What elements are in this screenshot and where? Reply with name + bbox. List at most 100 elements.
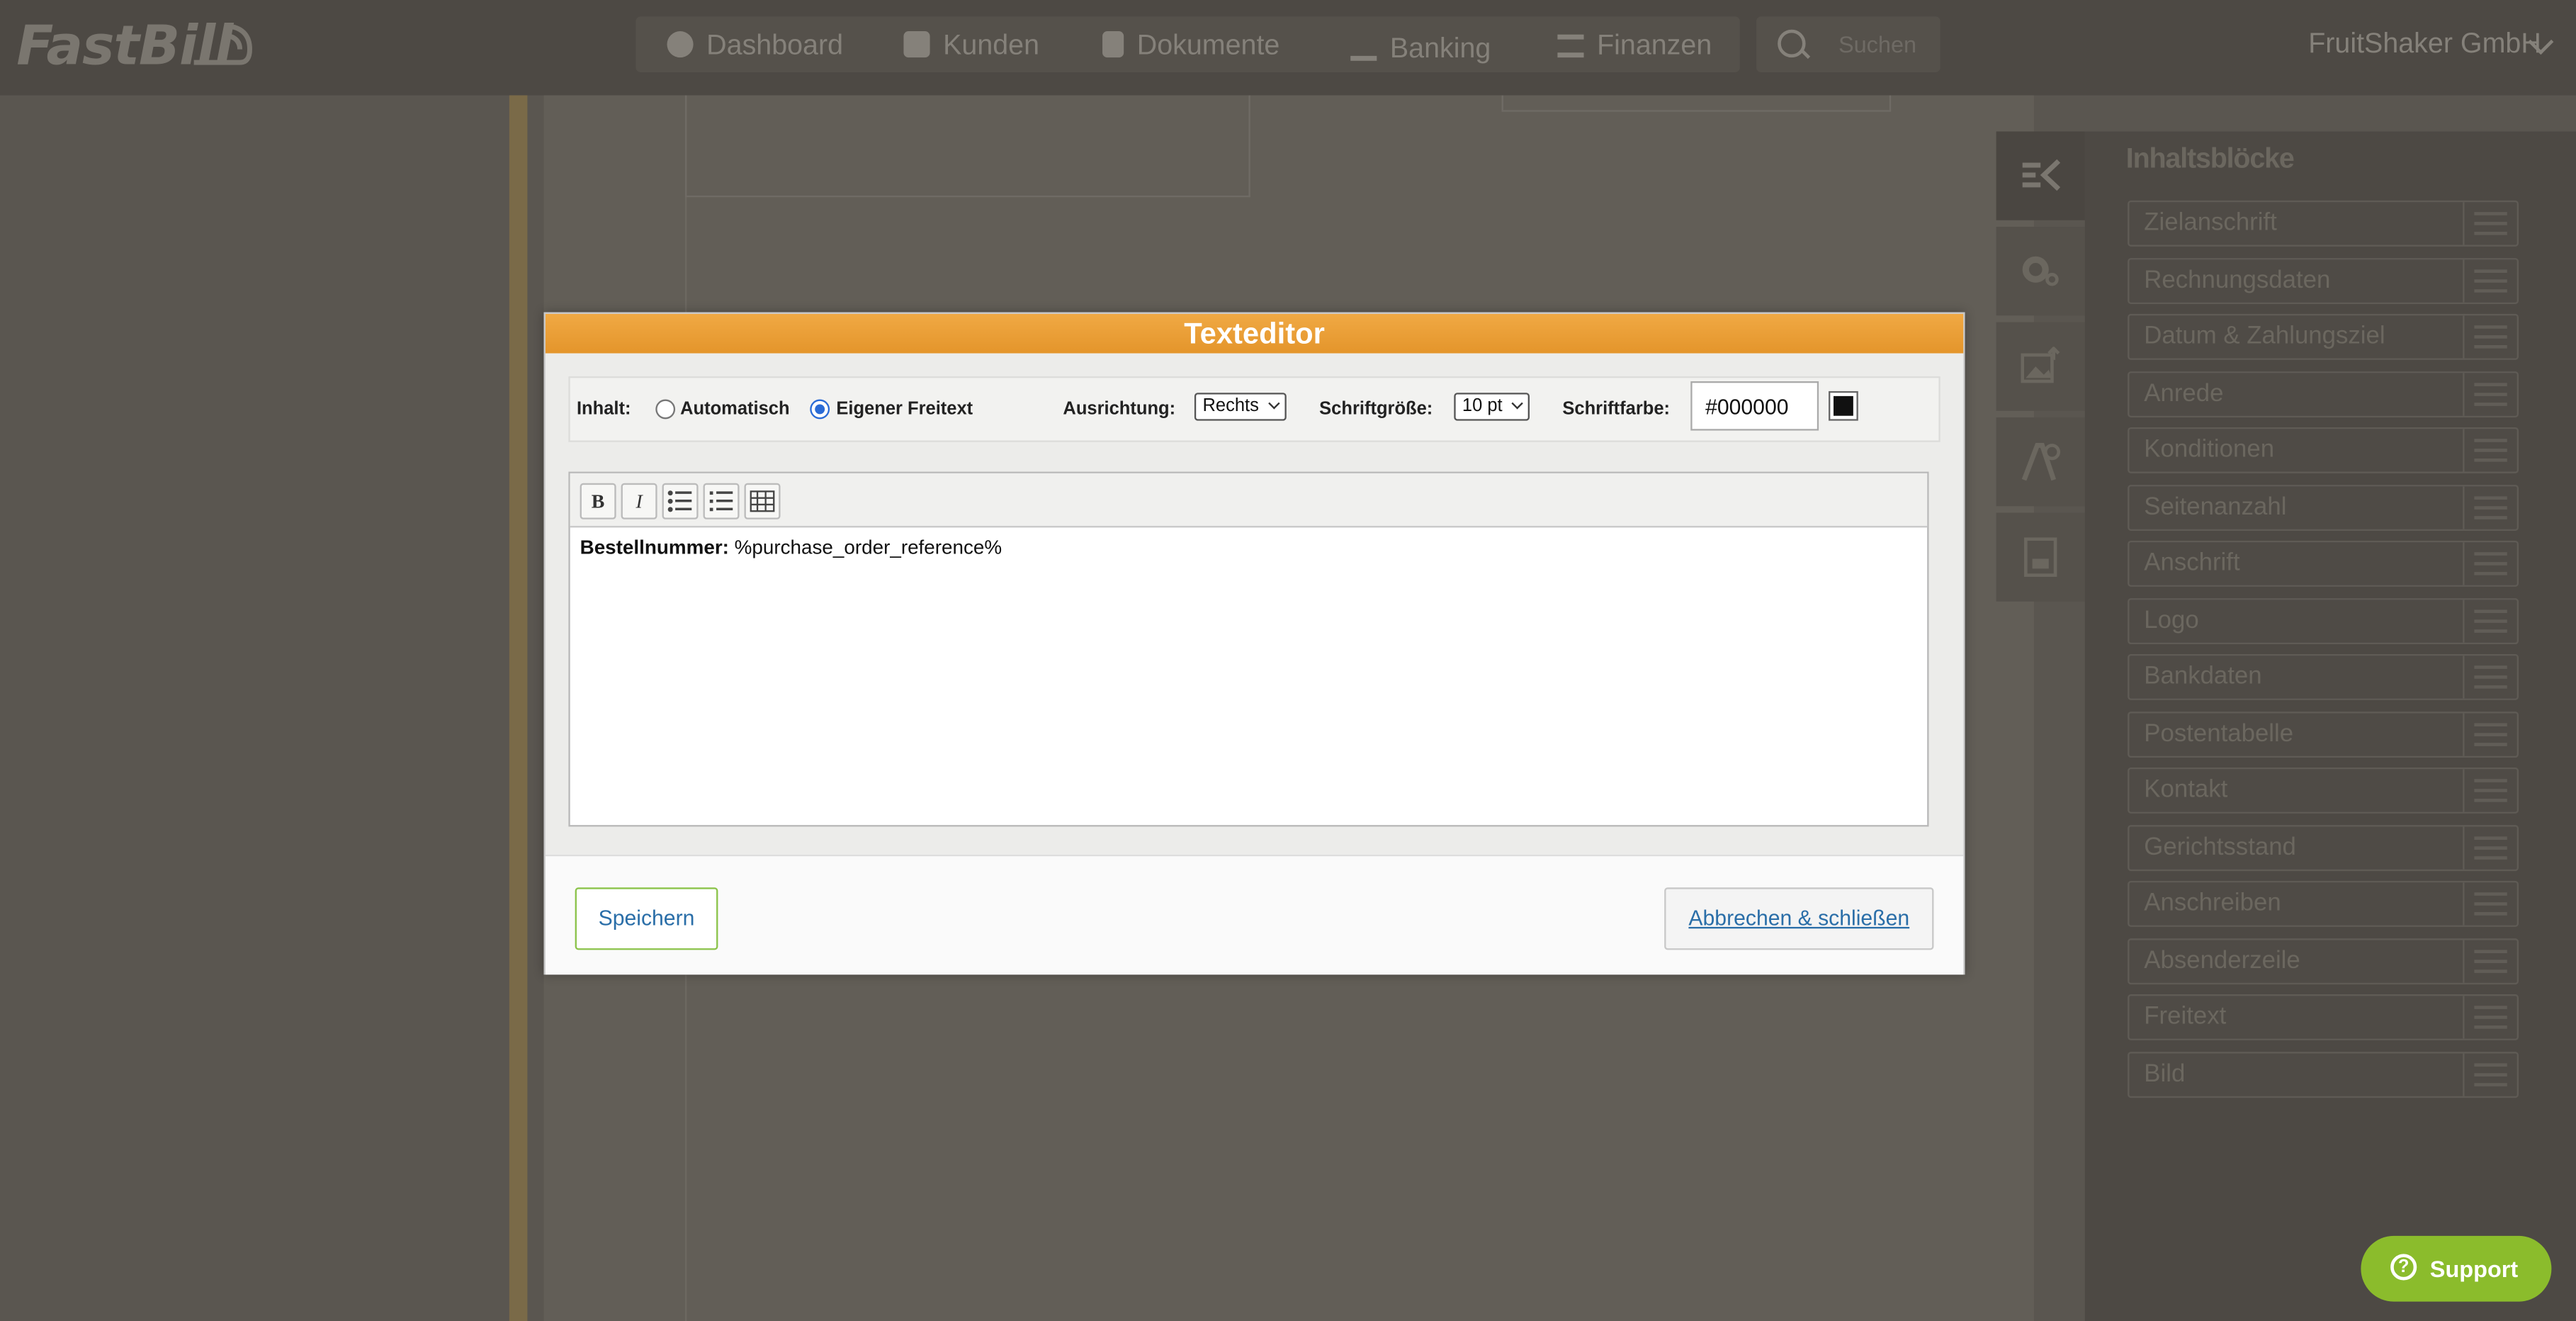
briefcase-icon xyxy=(903,31,930,58)
content-block-item[interactable]: Absenderzeile xyxy=(2128,937,2519,984)
search-placeholder: Suchen xyxy=(1838,31,1917,58)
bullet-list-button[interactable] xyxy=(662,483,699,519)
content-block-label: Bild xyxy=(2144,1059,2186,1088)
save-button[interactable]: Speichern xyxy=(575,887,718,950)
content-block-item[interactable]: Kontakt xyxy=(2128,767,2519,814)
content-block-item[interactable]: Postentabelle xyxy=(2128,710,2519,757)
content-block-item[interactable]: Anschrift xyxy=(2128,540,2519,587)
fontcolor-input[interactable]: #000000 xyxy=(1690,381,1819,431)
alignment-label: Ausrichtung: xyxy=(1063,399,1176,420)
drag-handle-icon[interactable] xyxy=(2463,939,2517,982)
drag-handle-icon[interactable] xyxy=(2463,202,2517,245)
drag-handle-icon[interactable] xyxy=(2463,1052,2517,1096)
tab-pdf[interactable] xyxy=(1996,512,2085,602)
table-icon xyxy=(750,490,775,512)
support-button[interactable]: ? Support xyxy=(2361,1235,2552,1302)
content-block-item[interactable]: Gerichtsstand xyxy=(2128,823,2519,870)
content-block-item[interactable]: Datum & Zahlungsziel xyxy=(2128,313,2519,360)
drag-handle-icon[interactable] xyxy=(2463,372,2517,415)
content-block-label: Datum & Zahlungsziel xyxy=(2144,322,2385,350)
nav-finanzen[interactable]: Finanzen xyxy=(1557,30,1712,62)
radio-automatic[interactable] xyxy=(655,399,676,420)
chevron-down-icon xyxy=(1511,398,1523,410)
options-bar: Inhalt: Automatisch Eigener Freitext Aus… xyxy=(568,376,1941,442)
info-icon xyxy=(667,31,694,58)
content-label: Inhalt: xyxy=(576,399,631,420)
content-block-label: Absenderzeile xyxy=(2144,945,2300,974)
company-selector[interactable]: FruitShaker GmbH xyxy=(2308,28,2541,60)
content-block-item[interactable]: Zielanschrift xyxy=(2128,200,2519,247)
nav-label: Finanzen xyxy=(1597,29,1712,61)
content-block-item[interactable]: Rechnungsdaten xyxy=(2128,257,2519,303)
radio-automatic-label[interactable]: Automatisch xyxy=(680,400,790,420)
content-block-item[interactable]: Anrede xyxy=(2128,370,2519,417)
drag-handle-icon[interactable] xyxy=(2463,882,2517,926)
nav-dashboard[interactable]: Dashboard xyxy=(667,30,843,62)
content-block-label: Anrede xyxy=(2144,378,2224,407)
drag-handle-icon[interactable] xyxy=(2463,315,2517,359)
tab-fonts[interactable] xyxy=(1996,417,2085,507)
page-edge xyxy=(509,95,528,1321)
logo-mark-icon xyxy=(193,23,252,65)
cancel-close-button[interactable]: Abbrechen & schließen xyxy=(1664,887,1934,950)
drag-handle-icon[interactable] xyxy=(2463,542,2517,585)
drag-handle-icon[interactable] xyxy=(2463,599,2517,642)
content-block-label: Anschrift xyxy=(2144,549,2240,577)
app-stage: FastBill Dashboard Kunden Dokumente Bank… xyxy=(0,0,2576,1321)
alignment-select[interactable]: Rechts xyxy=(1194,393,1287,421)
drag-handle-icon[interactable] xyxy=(2463,429,2517,472)
italic-button[interactable]: I xyxy=(621,483,657,519)
drag-handle-icon[interactable] xyxy=(2463,712,2517,755)
content-block-item[interactable]: Freitext xyxy=(2128,994,2519,1040)
content-block-item[interactable]: Bild xyxy=(2128,1051,2519,1097)
drag-handle-icon[interactable] xyxy=(2463,826,2517,869)
drag-handle-icon[interactable] xyxy=(2463,485,2517,529)
content-block-label: Zielanschrift xyxy=(2144,208,2277,237)
tab-settings[interactable] xyxy=(1996,227,2085,316)
content-block-label: Kontakt xyxy=(2144,775,2228,804)
drag-handle-icon[interactable] xyxy=(2463,996,2517,1039)
fontcolor-label: Schriftfarbe: xyxy=(1562,399,1671,420)
font-settings-icon xyxy=(2021,442,2061,481)
chevron-down-icon xyxy=(1268,398,1280,410)
table-button[interactable] xyxy=(744,483,781,519)
numbered-list-button[interactable] xyxy=(703,483,740,519)
fontsize-label: Schriftgröße: xyxy=(1319,399,1433,420)
numbered-list-icon xyxy=(709,491,733,512)
radio-custom-text-label[interactable]: Eigener Freitext xyxy=(836,400,973,420)
dialog-body: Inhalt: Automatisch Eigener Freitext Aus… xyxy=(545,353,1964,855)
drag-handle-icon[interactable] xyxy=(2463,656,2517,699)
fontsize-select[interactable]: 10 pt xyxy=(1454,393,1530,421)
bar-chart-icon xyxy=(1350,30,1377,61)
nav-dokumente[interactable]: Dokumente xyxy=(1102,30,1279,62)
bold-button[interactable]: B xyxy=(580,483,616,519)
editor-toolbar: B I xyxy=(570,473,1928,528)
content-block-item[interactable]: Seitenanzahl xyxy=(2128,483,2519,530)
drag-handle-icon[interactable] xyxy=(2463,769,2517,812)
radio-custom-text[interactable] xyxy=(810,399,830,420)
content-block-item[interactable]: Logo xyxy=(2128,597,2519,643)
swatch-color xyxy=(1834,395,1853,416)
tab-content-blocks[interactable] xyxy=(1996,131,2085,220)
nav-kunden[interactable]: Kunden xyxy=(903,30,1039,62)
nav-banking[interactable]: Banking xyxy=(1350,30,1491,66)
tab-images[interactable] xyxy=(1996,322,2085,411)
content-block-label: Postentabelle xyxy=(2144,719,2294,747)
content-block-item[interactable]: Bankdaten xyxy=(2128,653,2519,700)
search-icon xyxy=(1778,29,1806,58)
search-box[interactable]: Suchen xyxy=(1756,16,1941,73)
editor-content[interactable]: Bestellnummer: %purchase_order_reference… xyxy=(580,536,1002,558)
content-block-item[interactable]: Anschreiben xyxy=(2128,880,2519,927)
rich-text-editor: B I Bestellnummer: %purchase_order_refer… xyxy=(568,471,1929,827)
content-bold-label: Bestellnummer: xyxy=(580,535,729,559)
dialog-header: Texteditor xyxy=(545,313,1964,354)
content-block-label: Konditionen xyxy=(2144,435,2275,463)
drag-handle-icon[interactable] xyxy=(2463,259,2517,302)
content-block-item[interactable]: Konditionen xyxy=(2128,427,2519,473)
nav-label: Dokumente xyxy=(1136,29,1280,61)
content-block-label: Seitenanzahl xyxy=(2144,492,2287,520)
canvas-textblock xyxy=(685,95,1250,198)
content-block-label: Freitext xyxy=(2144,1002,2227,1031)
content-block-label: Anschreiben xyxy=(2144,889,2281,918)
color-picker-swatch[interactable] xyxy=(1829,390,1858,421)
